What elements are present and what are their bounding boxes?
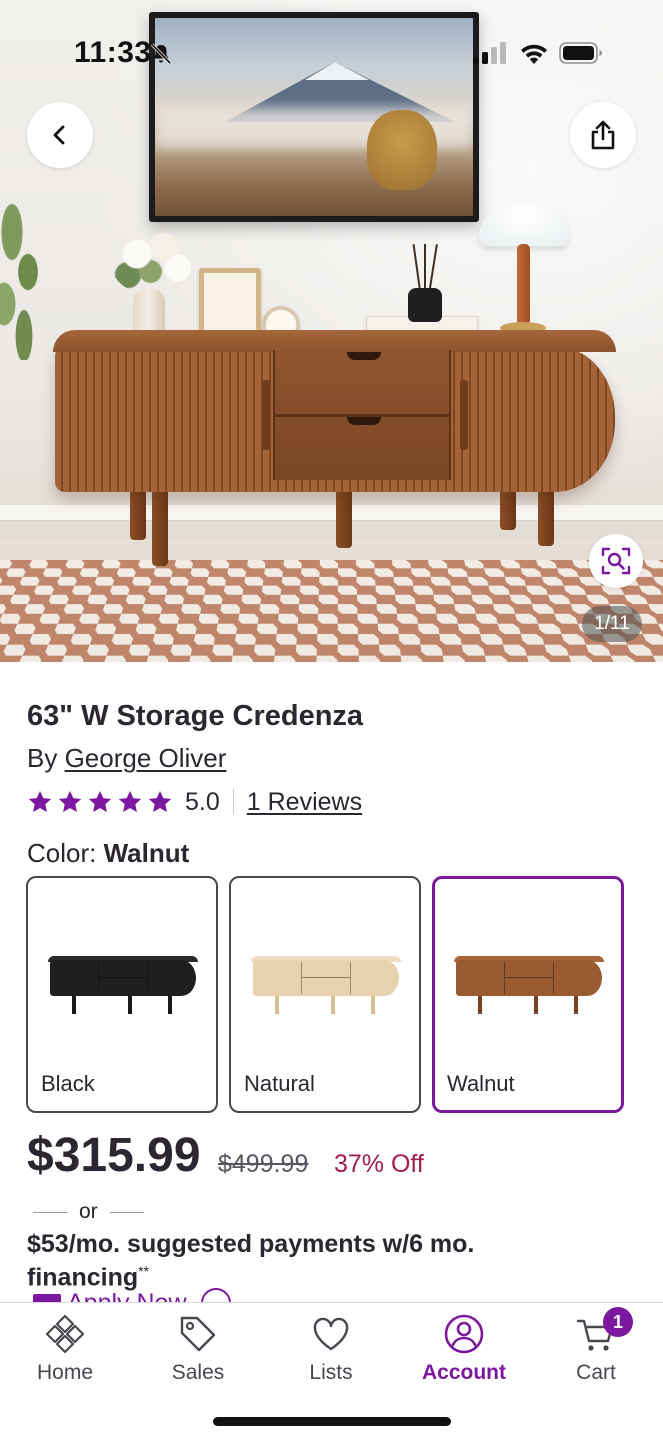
heart-icon [313,1317,349,1351]
flower-bouquet [110,226,200,296]
account-icon [444,1314,484,1354]
financing-footnote-mark: ** [138,1263,150,1279]
tag-icon [180,1316,216,1352]
mini-leg [371,996,375,1014]
signal-icon [473,42,506,64]
tab-sales[interactable]: Sales [143,1313,253,1393]
swatch-thumbnail [251,956,401,1014]
drawer-pull [347,352,381,360]
diffuser-stick [424,244,426,294]
credenza-drawers [273,350,451,480]
credenza-leg [130,488,146,540]
star-icon [118,790,142,812]
rating-row: 5.0 1 Reviews [27,786,362,818]
mini-drawer [98,962,148,994]
share-icon [591,120,615,150]
color-selected-value: Walnut [103,838,190,868]
tab-cart[interactable]: 1 Cart [541,1307,651,1393]
color-option-walnut[interactable]: Walnut [432,876,624,1113]
drawer-pull [347,417,381,425]
color-label-prefix: Color: [27,838,104,868]
brand-prefix: By [27,743,65,773]
financing-copy: $53/mo. suggested payments w/6 mo. finan… [27,1230,475,1292]
mini-leg [275,996,279,1014]
door-handle [262,380,270,450]
visual-search-icon [601,547,631,575]
brand-line: By George Oliver [27,743,226,774]
status-time: 11:33 [74,36,152,69]
credenza-top [53,330,616,352]
tab-lists[interactable]: Lists [276,1313,386,1393]
or-line [109,1211,144,1213]
share-button[interactable] [570,102,636,168]
tab-label: Account [422,1361,506,1384]
color-option-label: Natural [244,1071,315,1096]
or-text: or [79,1200,98,1223]
mini-leg [574,996,578,1014]
visual-search-button[interactable] [589,534,643,588]
mini-leg [331,996,335,1014]
battery-icon [559,42,602,64]
bell-off-icon [150,43,172,65]
tab-label: Lists [309,1361,353,1384]
star-icon [28,790,52,812]
color-option-label: Black [41,1071,95,1096]
lamp-stem [517,244,530,326]
status-bar: 11:33 [0,0,663,100]
sale-price: $315.99 [27,1129,201,1182]
cart-count-badge: 1 [603,1307,633,1337]
plant-decoration [0,200,60,360]
color-option-label: Walnut [447,1071,515,1096]
star-icon [148,790,172,812]
credenza-leg [152,488,168,566]
financing-text: $53/mo. suggested payments w/6 mo. finan… [27,1230,587,1292]
reviews-link[interactable]: 1 Reviews [247,788,362,817]
rating-divider [232,789,234,815]
color-label: Color: Walnut [27,838,189,869]
swatch-thumbnail [454,956,604,1014]
tab-label: Sales [171,1361,225,1384]
mini-leg [72,996,76,1014]
back-button[interactable] [27,102,93,168]
baseboard [0,505,663,521]
rating-value: 5.0 [185,787,220,816]
mini-leg [478,996,482,1014]
mini-leg [534,996,538,1014]
discount-badge: 37% Off [334,1150,424,1178]
reed-diffuser [408,288,442,322]
mini-leg [128,996,132,1014]
star-icon [58,790,82,812]
home-diamond-icon [45,1314,85,1354]
tab-account[interactable]: Account [409,1313,519,1393]
mini-drawer [301,962,351,994]
product-title: 63" W Storage Credenza [27,700,364,732]
mini-drawer [504,962,554,994]
swatch-thumbnail [48,956,198,1014]
home-indicator [213,1417,451,1426]
door-handle [460,380,468,450]
mini-leg [168,996,172,1014]
image-counter: 1/11 [582,606,642,642]
autumn-tree [367,110,437,190]
or-divider: or [33,1198,151,1226]
credenza-leg [336,488,352,548]
checkered-rug [0,560,663,662]
wifi-icon [521,44,547,64]
original-price: $499.99 [218,1150,309,1178]
color-option-black[interactable]: Black [26,876,218,1113]
star-icon [88,790,112,812]
color-option-natural[interactable]: Natural [229,876,421,1113]
tab-label: Cart [576,1361,616,1384]
chevron-left-icon [53,125,65,145]
tab-label: Home [36,1361,94,1384]
or-line [33,1211,67,1213]
brand-link[interactable]: George Oliver [65,743,227,773]
tab-home[interactable]: Home [10,1313,120,1393]
